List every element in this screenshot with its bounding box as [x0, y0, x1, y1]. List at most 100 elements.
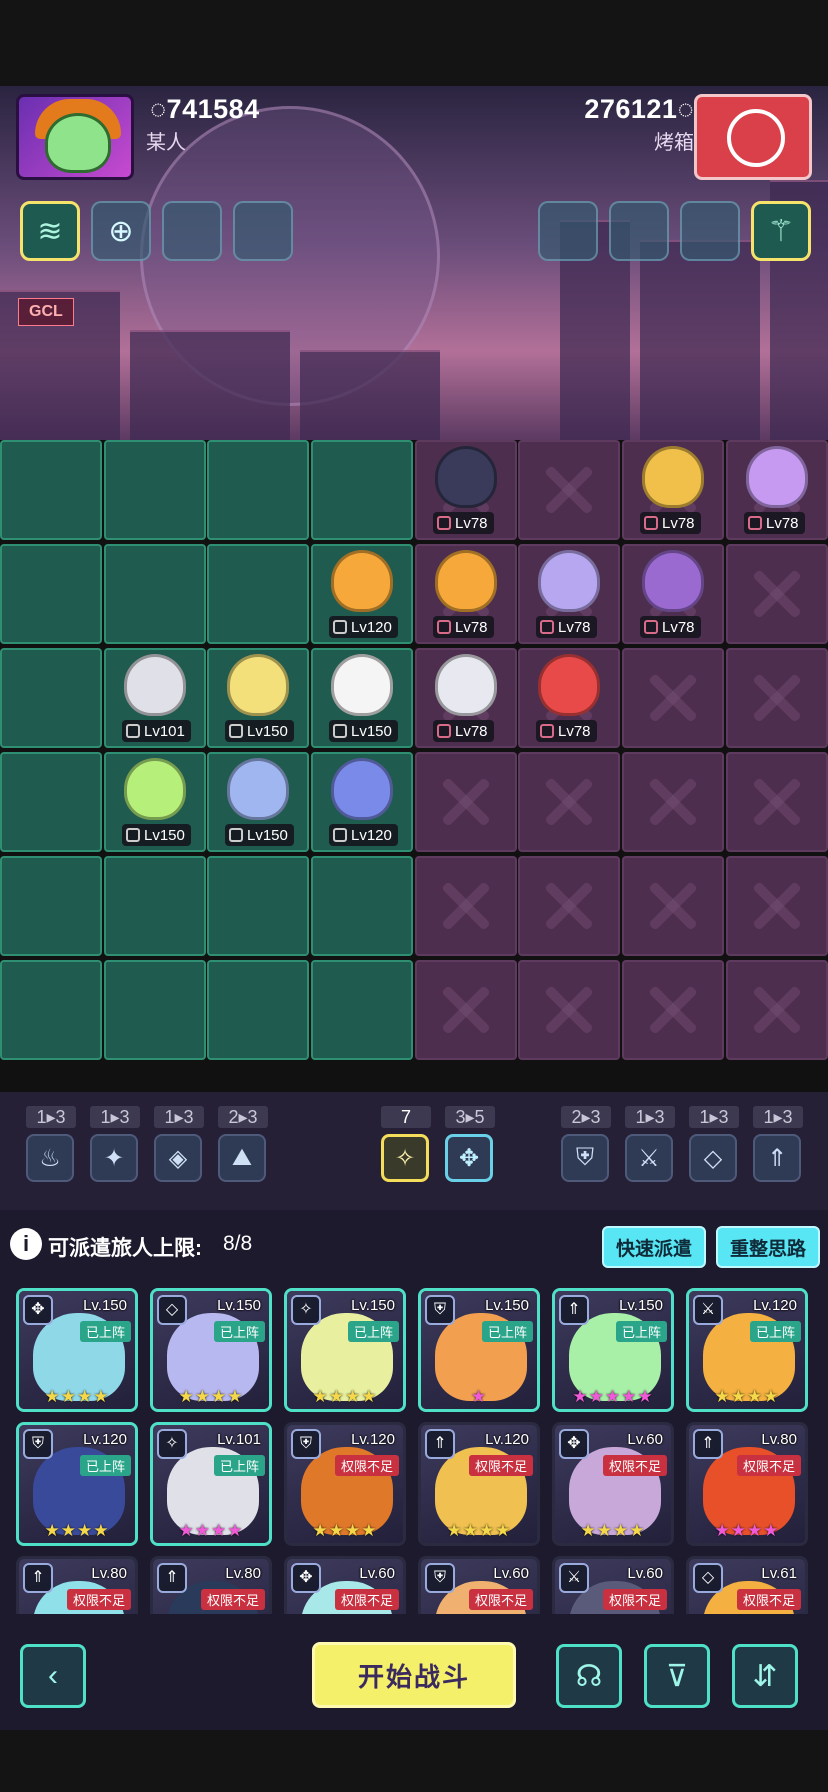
- shuriken-icon[interactable]: ✦: [90, 1134, 138, 1182]
- character-card[interactable]: ◇ Lv.61 权限不足: [686, 1556, 808, 1614]
- arrow-up-icon[interactable]: ⇑: [753, 1134, 801, 1182]
- character-card[interactable]: ⚔ Lv.120 已上阵 ★★★★: [686, 1288, 808, 1412]
- ally-tile[interactable]: [311, 856, 413, 956]
- character-card[interactable]: ⛨ Lv.60 权限不足: [418, 1556, 540, 1614]
- ally-tile[interactable]: [0, 752, 102, 852]
- enemy-tile[interactable]: [518, 440, 620, 540]
- ally-unit[interactable]: Lv120: [311, 544, 413, 644]
- ally-tile[interactable]: [0, 960, 102, 1060]
- ally-unit[interactable]: Lv101: [104, 648, 206, 748]
- ally-unit[interactable]: Lv120: [311, 752, 413, 852]
- sort-button[interactable]: ⇵: [732, 1644, 798, 1708]
- enemy-unit[interactable]: Lv78: [726, 440, 828, 540]
- synergy-compass[interactable]: 3▸5 ✥: [445, 1106, 495, 1182]
- character-card[interactable]: ✥ Lv.150 已上阵 ★★★★: [16, 1288, 138, 1412]
- enemy-tile[interactable]: [622, 752, 724, 852]
- enemy-tile[interactable]: [726, 648, 828, 748]
- enemy-tile[interactable]: [726, 752, 828, 852]
- ally-tile[interactable]: [104, 856, 206, 956]
- enemy-tile[interactable]: [518, 752, 620, 852]
- crystal-icon[interactable]: ◈: [154, 1134, 202, 1182]
- filter-button[interactable]: ⊽: [644, 1644, 710, 1708]
- enemy-tile[interactable]: [726, 544, 828, 644]
- enemy-unit[interactable]: Lv78: [415, 440, 517, 540]
- start-battle-button[interactable]: 开始战斗: [312, 1642, 516, 1708]
- character-card[interactable]: ⇑ Lv.80 权限不足 ★★★★: [686, 1422, 808, 1546]
- enemy-tile[interactable]: [518, 856, 620, 956]
- ally-unit[interactable]: Lv150: [311, 648, 413, 748]
- synergy-mountain[interactable]: 2▸3 ⛰: [218, 1106, 268, 1182]
- compass-icon[interactable]: ✥: [445, 1134, 493, 1182]
- opponent-avatar[interactable]: [694, 94, 812, 180]
- ally-unit[interactable]: Lv150: [104, 752, 206, 852]
- shield-icon[interactable]: ⛨: [561, 1134, 609, 1182]
- character-card[interactable]: ◇ Lv.150 已上阵 ★★★★: [150, 1288, 272, 1412]
- enemy-unit[interactable]: Lv78: [622, 544, 724, 644]
- ally-tile[interactable]: [207, 856, 309, 956]
- character-card[interactable]: ⛨ Lv.120 已上阵 ★★★★: [16, 1422, 138, 1546]
- synergy-arrow-up[interactable]: 1▸3 ⇑: [753, 1106, 803, 1182]
- player-avatar[interactable]: [16, 94, 134, 180]
- character-card[interactable]: ✧ Lv.101 已上阵 ★★★★: [150, 1422, 272, 1546]
- ally-tile[interactable]: [207, 544, 309, 644]
- character-card[interactable]: ⇑ Lv.120 权限不足 ★★★★: [418, 1422, 540, 1546]
- enemy-tile[interactable]: [726, 856, 828, 956]
- battle-grid[interactable]: Lv120 Lv101 Lv150 Lv150 Lv150 Lv150 Lv120 Lv78 L…: [0, 440, 828, 1080]
- ally-unit[interactable]: Lv150: [207, 648, 309, 748]
- enemy-tile[interactable]: [726, 960, 828, 1060]
- ally-tile[interactable]: [104, 544, 206, 644]
- character-card[interactable]: ✥ Lv.60 权限不足 ★★★★: [552, 1422, 674, 1546]
- flame-icon[interactable]: ♨: [26, 1134, 74, 1182]
- back-button[interactable]: ‹: [20, 1644, 86, 1708]
- mountain-icon[interactable]: ⛰: [218, 1134, 266, 1182]
- enemy-unit[interactable]: Lv78: [415, 648, 517, 748]
- enemy-unit[interactable]: Lv78: [622, 440, 724, 540]
- enemy-unit[interactable]: Lv78: [518, 544, 620, 644]
- ally-tile[interactable]: [0, 544, 102, 644]
- diamond-icon[interactable]: ◇: [689, 1134, 737, 1182]
- character-card[interactable]: ⇑ Lv.80 权限不足: [16, 1556, 138, 1614]
- ally-tile[interactable]: [104, 440, 206, 540]
- info-icon[interactable]: i: [10, 1228, 42, 1260]
- enemy-tile[interactable]: [622, 648, 724, 748]
- artifact-slot-wave-icon[interactable]: ≋: [20, 201, 80, 261]
- brain-button[interactable]: ☊: [556, 1644, 622, 1708]
- ally-tile[interactable]: [0, 856, 102, 956]
- character-card[interactable]: ⇑ Lv.80 权限不足: [150, 1556, 272, 1614]
- synergy-shield[interactable]: 2▸3 ⛨: [561, 1106, 611, 1182]
- roster-grid[interactable]: ✥ Lv.150 已上阵 ★★★★ ◇ Lv.150 已上阵 ★★★★ ✧ Lv.150 已上阵 ★★…: [0, 1278, 828, 1614]
- synergy-crossed-swords[interactable]: 1▸3 ⚔: [625, 1106, 675, 1182]
- star-burst-icon[interactable]: ✧: [381, 1134, 429, 1182]
- enemy-tile[interactable]: [415, 752, 517, 852]
- synergy-flame[interactable]: 1▸3 ♨: [26, 1106, 76, 1182]
- enemy-tile[interactable]: [622, 960, 724, 1060]
- enemy-tile[interactable]: [415, 856, 517, 956]
- ally-unit[interactable]: Lv150: [207, 752, 309, 852]
- ally-tile[interactable]: [311, 440, 413, 540]
- crossed-swords-icon[interactable]: ⚔: [625, 1134, 673, 1182]
- character-card[interactable]: ⛨ Lv.150 已上阵 ★: [418, 1288, 540, 1412]
- character-card[interactable]: ⚔ Lv.60 权限不足: [552, 1556, 674, 1614]
- enemy-unit[interactable]: Lv78: [518, 648, 620, 748]
- ally-tile[interactable]: [311, 960, 413, 1060]
- ally-tile[interactable]: [207, 440, 309, 540]
- ally-tile[interactable]: [0, 648, 102, 748]
- artifact-slot-empty[interactable]: [233, 201, 293, 261]
- synergy-star-burst[interactable]: 7 ✧: [381, 1106, 431, 1182]
- reset-button[interactable]: 重整思路: [716, 1226, 820, 1268]
- character-card[interactable]: ⇑ Lv.150 已上阵 ★★★★★: [552, 1288, 674, 1412]
- enemy-unit[interactable]: Lv78: [415, 544, 517, 644]
- artifact-slot-empty[interactable]: [162, 201, 222, 261]
- artifact-slot-target-icon[interactable]: ⊕: [91, 201, 151, 261]
- enemy-tile[interactable]: [415, 960, 517, 1060]
- character-card[interactable]: ✧ Lv.150 已上阵 ★★★★: [284, 1288, 406, 1412]
- character-card[interactable]: ✥ Lv.60 权限不足: [284, 1556, 406, 1614]
- synergy-shuriken[interactable]: 1▸3 ✦: [90, 1106, 140, 1182]
- ally-tile[interactable]: [104, 960, 206, 1060]
- enemy-tile[interactable]: [518, 960, 620, 1060]
- enemy-tile[interactable]: [622, 856, 724, 956]
- ally-tile[interactable]: [0, 440, 102, 540]
- character-card[interactable]: ⛨ Lv.120 权限不足 ★★★★: [284, 1422, 406, 1546]
- quick-deploy-button[interactable]: 快速派遣: [602, 1226, 706, 1268]
- synergy-diamond[interactable]: 1▸3 ◇: [689, 1106, 739, 1182]
